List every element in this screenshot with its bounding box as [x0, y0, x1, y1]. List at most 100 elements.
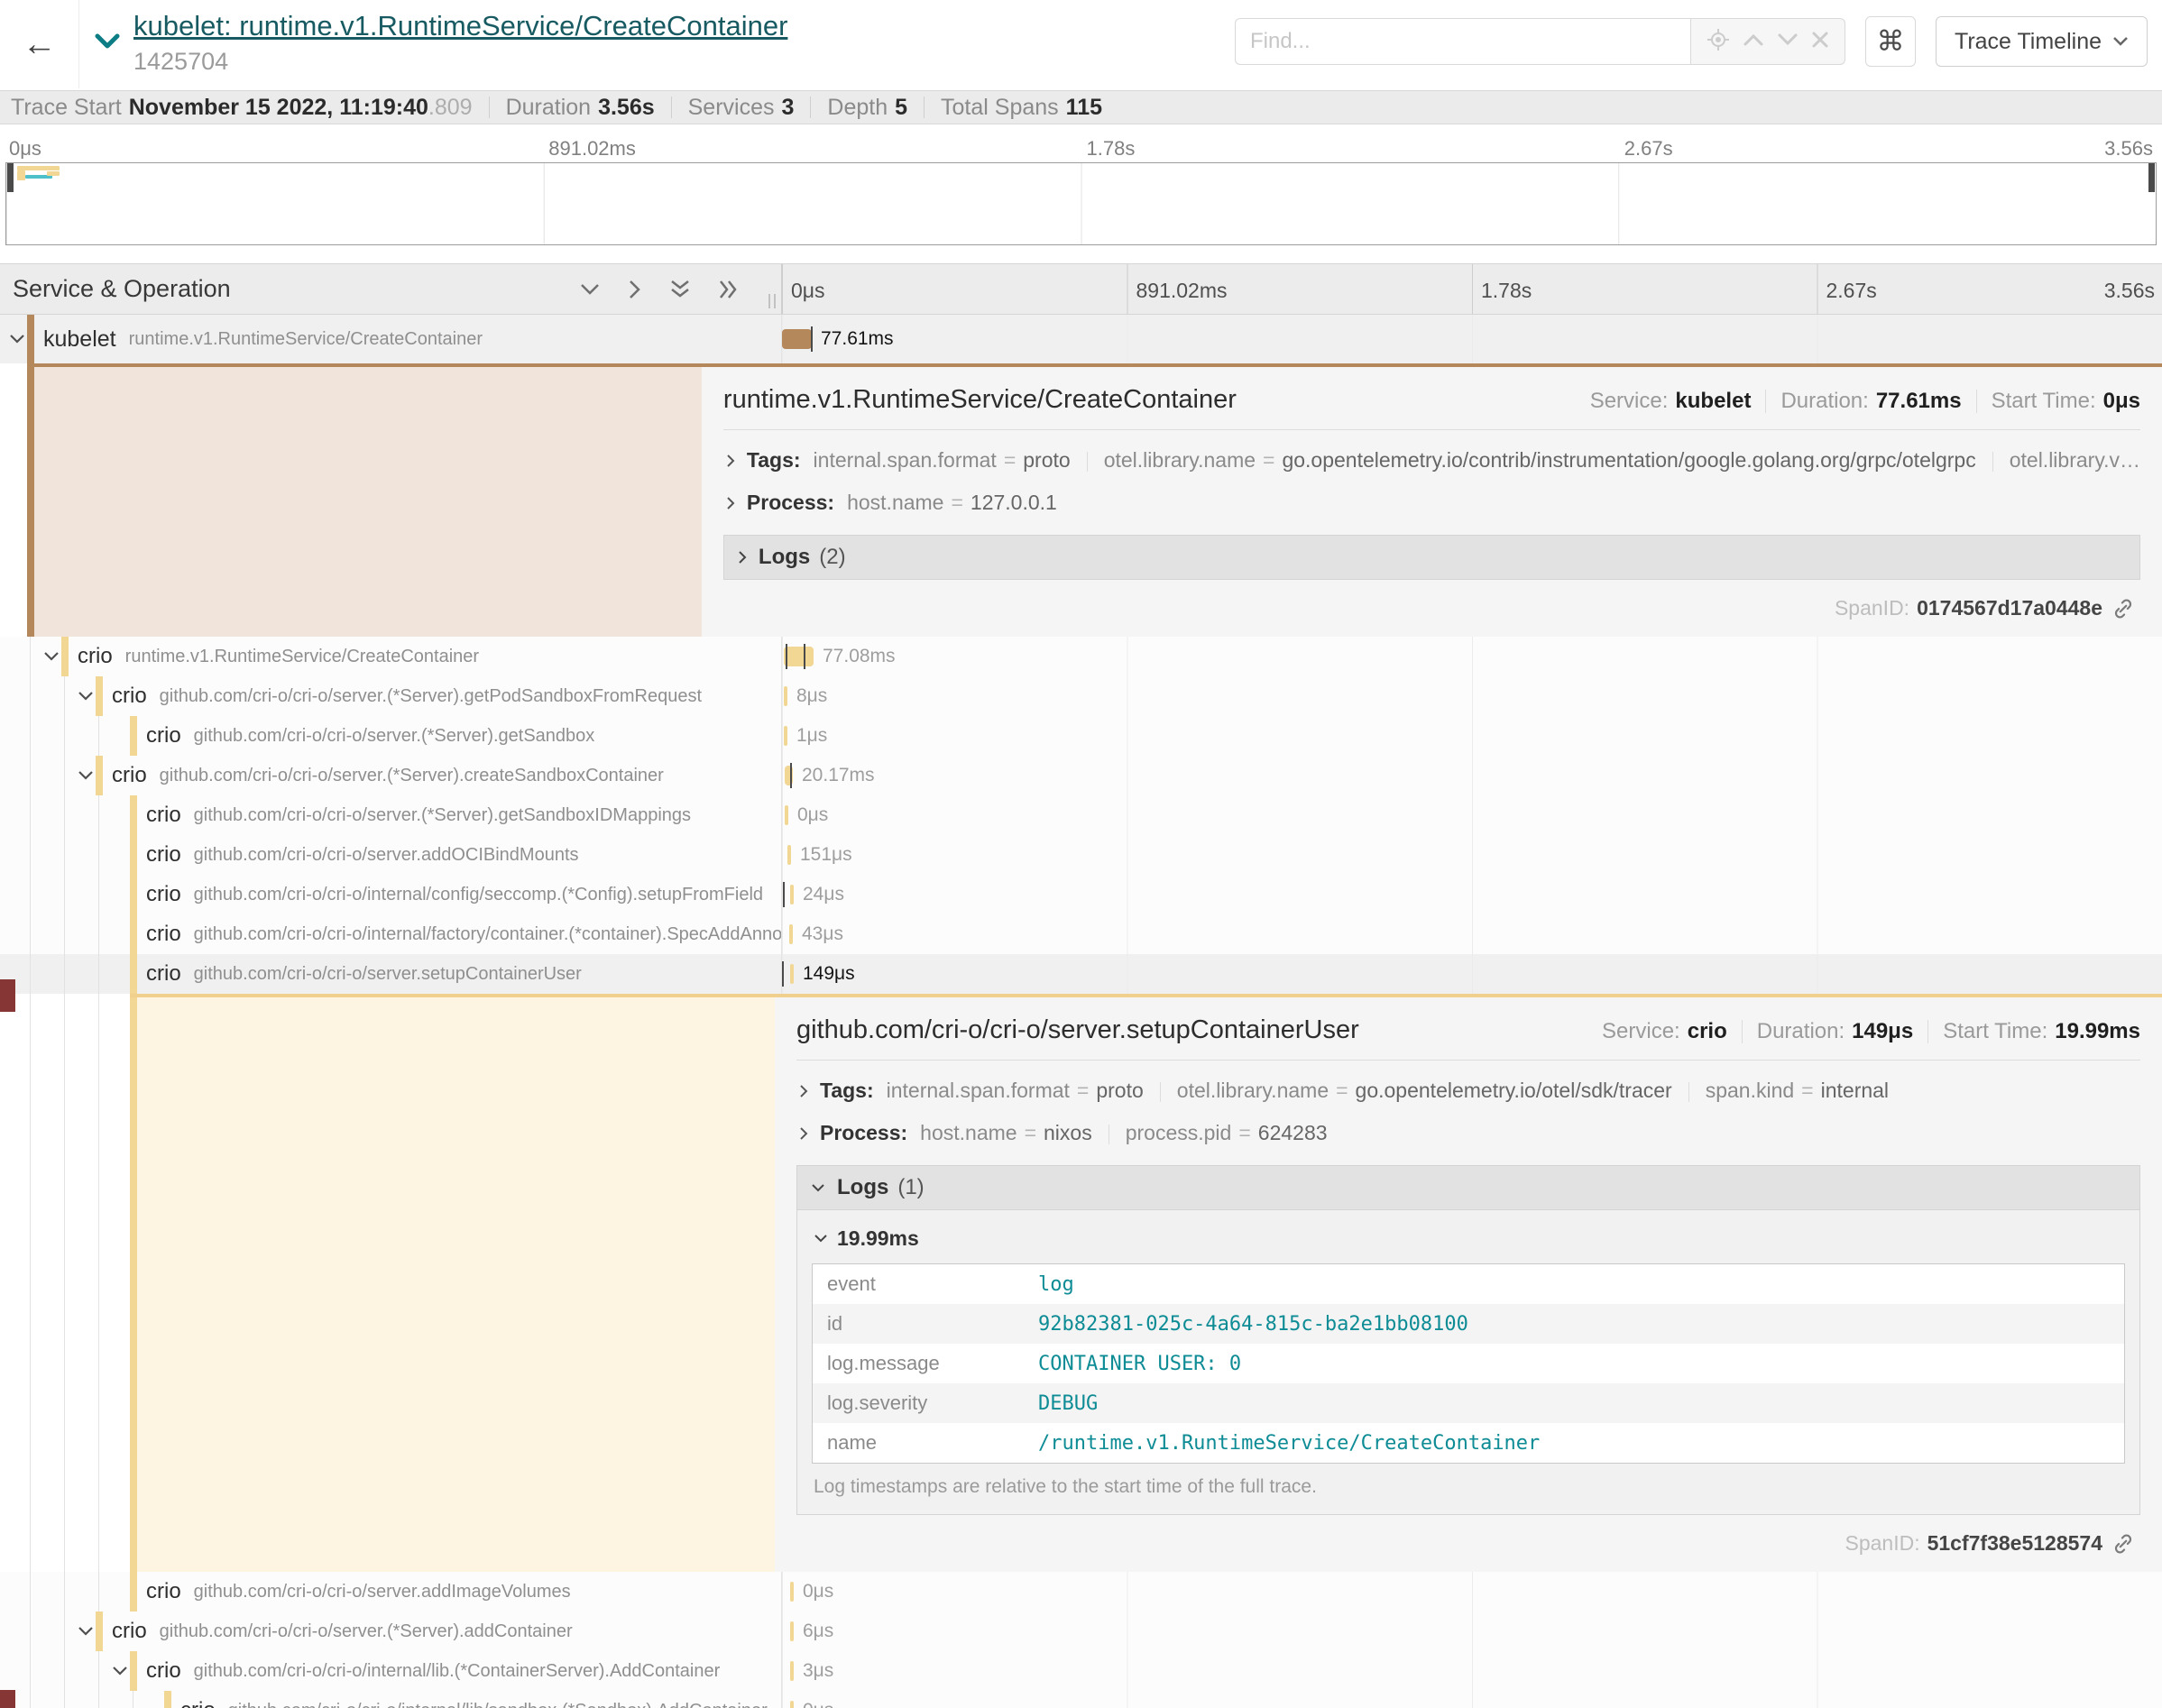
log-entry-toggle[interactable]: 19.99ms — [814, 1226, 2125, 1251]
span-name-cell[interactable]: criogithub.com/cri-o/cri-o/internal/conf… — [0, 875, 782, 914]
kv-separator — [1688, 1082, 1689, 1102]
span-timeline-cell[interactable]: 149μs — [782, 954, 2162, 994]
chevron-down-icon[interactable] — [78, 691, 94, 702]
chevron-right-icon — [725, 495, 736, 511]
span-duration-bar[interactable] — [785, 805, 788, 825]
span-row[interactable]: criogithub.com/cri-o/cri-o/server.(*Serv… — [0, 716, 2162, 756]
deep-link-icon[interactable] — [2111, 597, 2135, 620]
chevron-down-icon[interactable] — [78, 1626, 94, 1637]
collapse-one-chevron-down-icon[interactable] — [579, 282, 601, 297]
indent-guide — [30, 875, 31, 914]
logs-toggle[interactable]: Logs (2) — [723, 535, 2140, 580]
chevron-down-icon[interactable] — [112, 1666, 128, 1676]
span-timeline-cell[interactable]: 1μs — [782, 716, 2162, 756]
span-name-cell[interactable]: criogithub.com/cri-o/cri-o/server.setupC… — [0, 954, 782, 994]
expand-all-double-chevron-right-icon[interactable] — [718, 279, 740, 300]
indent-guide — [30, 637, 31, 676]
span-duration-bar[interactable] — [790, 964, 794, 984]
span-duration-bar[interactable] — [790, 1661, 794, 1681]
span-duration-bar[interactable] — [784, 726, 787, 746]
span-name-cell[interactable]: criogithub.com/cri-o/cri-o/server.addIma… — [0, 1572, 782, 1612]
span-duration-bar[interactable] — [784, 686, 787, 706]
span-duration-bar[interactable] — [784, 647, 814, 666]
process-row[interactable]: Process: host.name=127.0.0.1 — [723, 491, 2140, 515]
span-duration-bar[interactable] — [790, 1621, 794, 1641]
span-duration-bar[interactable] — [790, 885, 794, 905]
process-row[interactable]: Process: host.name=nixosprocess.pid=6242… — [796, 1121, 2140, 1145]
span-row[interactable]: criogithub.com/cri-o/cri-o/internal/conf… — [0, 875, 2162, 914]
span-timeline-cell[interactable]: 77.61ms — [782, 315, 2162, 363]
span-duration-bar[interactable] — [789, 924, 793, 944]
span-duration-bar[interactable] — [790, 1701, 794, 1708]
logs-toggle[interactable]: Logs (1) — [796, 1165, 2140, 1210]
span-row[interactable]: criogithub.com/cri-o/cri-o/internal/fact… — [0, 914, 2162, 954]
deep-link-icon[interactable] — [2111, 1532, 2135, 1556]
tags-row[interactable]: Tags: internal.span.format=protootel.lib… — [723, 448, 2140, 473]
logs-count: (1) — [897, 1175, 924, 1200]
span-name-cell[interactable]: kubeletruntime.v1.RuntimeService/CreateC… — [0, 315, 782, 363]
span-timeline-cell[interactable]: 77.08ms — [782, 637, 2162, 676]
span-timeline-cell[interactable]: 0μs — [782, 1572, 2162, 1612]
span-row[interactable]: criogithub.com/cri-o/cri-o/server.setupC… — [0, 954, 2162, 994]
span-timeline-cell[interactable]: 0μs — [782, 795, 2162, 835]
trace-title-link[interactable]: kubelet: runtime.v1.RuntimeService/Creat… — [133, 9, 787, 44]
log-marker-tick — [790, 763, 792, 788]
span-name-cell[interactable]: criogithub.com/cri-o/cri-o/server.(*Serv… — [0, 676, 782, 716]
span-duration-label: 20.17ms — [802, 765, 875, 786]
kv-item: host.name=nixos — [920, 1121, 1092, 1144]
span-duration-bar[interactable] — [787, 845, 791, 865]
minimap-left-handle[interactable] — [7, 163, 14, 192]
trace-title-zone: kubelet: runtime.v1.RuntimeService/Creat… — [79, 0, 787, 76]
keyboard-shortcuts-button[interactable]: ⌘ — [1865, 16, 1916, 67]
tags-row[interactable]: Tags: internal.span.format=protootel.lib… — [796, 1079, 2140, 1103]
chevron-down-icon[interactable] — [78, 770, 94, 781]
span-timeline-cell[interactable]: 6μs — [782, 1612, 2162, 1651]
clear-find-icon[interactable] — [1811, 31, 1829, 53]
span-row[interactable]: criogithub.com/cri-o/cri-o/server.(*Serv… — [0, 756, 2162, 795]
collapse-all-double-chevron-down-icon[interactable] — [669, 279, 691, 300]
collapse-trace-chevron-icon[interactable] — [94, 32, 121, 76]
next-match-chevron-down-icon[interactable] — [1777, 32, 1799, 51]
span-name-cell[interactable]: crioruntime.v1.RuntimeService/CreateCont… — [0, 637, 782, 676]
span-name-cell[interactable]: criogithub.com/cri-o/cri-o/server.(*Serv… — [0, 1612, 782, 1651]
chevron-down-icon[interactable] — [9, 334, 25, 344]
span-row[interactable]: criogithub.com/cri-o/cri-o/internal/lib.… — [0, 1651, 2162, 1691]
span-name-cell[interactable]: criogithub.com/cri-o/cri-o/internal/fact… — [0, 914, 782, 954]
prev-match-chevron-up-icon[interactable] — [1743, 32, 1764, 51]
span-timeline-cell[interactable]: 8μs — [782, 676, 2162, 716]
trace-view-selector[interactable]: Trace Timeline — [1936, 16, 2148, 67]
span-row[interactable]: criogithub.com/cri-o/cri-o/internal/lib/… — [0, 1691, 2162, 1708]
chevron-down-icon[interactable] — [43, 651, 60, 662]
span-timeline-cell[interactable]: 43μs — [782, 914, 2162, 954]
span-name-cell[interactable]: criogithub.com/cri-o/cri-o/server.(*Serv… — [0, 756, 782, 795]
expand-one-chevron-right-icon[interactable] — [628, 279, 642, 300]
span-row[interactable]: criogithub.com/cri-o/cri-o/server.(*Serv… — [0, 795, 2162, 835]
span-name-cell[interactable]: criogithub.com/cri-o/cri-o/server.(*Serv… — [0, 795, 782, 835]
span-row[interactable]: criogithub.com/cri-o/cri-o/server.(*Serv… — [0, 676, 2162, 716]
minimap-right-handle[interactable] — [2148, 163, 2155, 192]
span-name-cell[interactable]: criogithub.com/cri-o/cri-o/server.addOCI… — [0, 835, 782, 875]
column-resize-handle[interactable] — [768, 294, 776, 308]
span-name-cell[interactable]: criogithub.com/cri-o/cri-o/server.(*Serv… — [0, 716, 782, 756]
span-timeline-cell[interactable]: 3μs — [782, 1651, 2162, 1691]
span-row[interactable]: crioruntime.v1.RuntimeService/CreateCont… — [0, 637, 2162, 676]
span-row[interactable]: kubeletruntime.v1.RuntimeService/CreateC… — [0, 315, 2162, 363]
span-name-cell[interactable]: criogithub.com/cri-o/cri-o/internal/lib/… — [0, 1691, 782, 1708]
span-row[interactable]: criogithub.com/cri-o/cri-o/server.addIma… — [0, 1572, 2162, 1612]
find-input[interactable] — [1235, 18, 1690, 65]
span-timeline-cell[interactable]: 24μs — [782, 875, 2162, 914]
span-name-cell[interactable]: criogithub.com/cri-o/cri-o/internal/lib.… — [0, 1651, 782, 1691]
span-row[interactable]: criogithub.com/cri-o/cri-o/server.(*Serv… — [0, 1612, 2162, 1651]
span-duration-bar[interactable] — [790, 1582, 794, 1602]
span-row[interactable]: criogithub.com/cri-o/cri-o/server.addOCI… — [0, 835, 2162, 875]
span-duration-bar[interactable] — [782, 329, 812, 349]
chevron-right-icon — [725, 453, 736, 469]
span-timeline-cell[interactable]: 151μs — [782, 835, 2162, 875]
span-timeline-cell[interactable]: 20.17ms — [782, 756, 2162, 795]
service-value: crio — [1688, 1019, 1727, 1044]
back-button[interactable]: ← — [0, 0, 79, 88]
minimap-canvas[interactable] — [5, 162, 2157, 245]
chevron-right-icon — [798, 1125, 809, 1142]
span-timeline-cell[interactable]: 0μs — [782, 1691, 2162, 1708]
focus-match-icon[interactable] — [1707, 28, 1730, 56]
